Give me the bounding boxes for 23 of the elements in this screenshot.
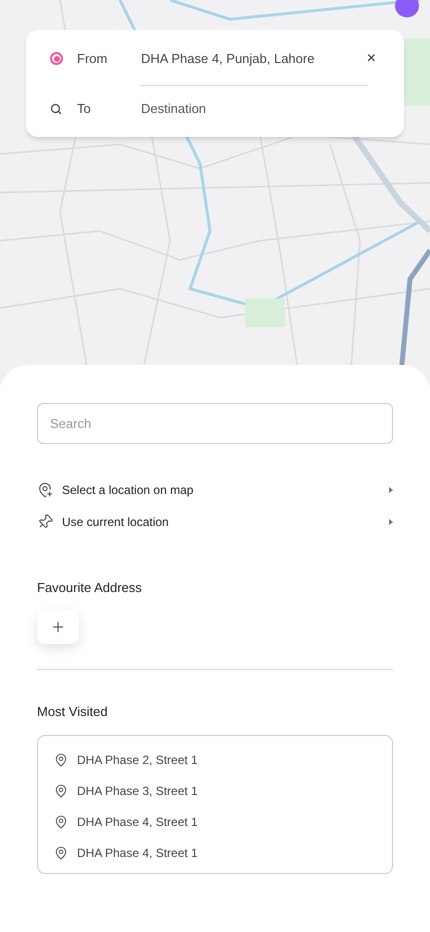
visited-item[interactable]: DHA Phase 4, Street 1 bbox=[54, 813, 376, 830]
from-field[interactable]: DHA Phase 4, Punjab, Lahore bbox=[141, 48, 367, 68]
most-visited-title: Most Visited bbox=[37, 702, 109, 720]
location-pin-icon bbox=[54, 784, 68, 798]
location-option[interactable]: Select a location on map bbox=[37, 482, 393, 498]
destination-field[interactable]: Destination bbox=[141, 98, 380, 118]
search-icon bbox=[50, 102, 62, 114]
clear-button[interactable]: × bbox=[366, 46, 376, 70]
caret-icon bbox=[389, 487, 393, 493]
from-label: From bbox=[77, 50, 108, 68]
caret-icon bbox=[389, 519, 393, 525]
visited-item[interactable]: DHA Phase 2, Street 1 bbox=[54, 751, 376, 768]
visited-item[interactable]: DHA Phase 3, Street 1 bbox=[54, 782, 376, 799]
add-favourite-button[interactable] bbox=[37, 610, 79, 644]
map-pin-plus-icon bbox=[37, 482, 53, 498]
location-pin-icon bbox=[54, 814, 68, 828]
location-pin-icon bbox=[54, 752, 68, 766]
location-option[interactable]: Use current location bbox=[37, 514, 393, 530]
favourites-title: Favourite Address bbox=[37, 579, 143, 597]
location-pin-icon bbox=[54, 846, 68, 860]
visited-item[interactable]: DHA Phase 4, Street 1 bbox=[54, 844, 376, 861]
search-field[interactable]: Search bbox=[37, 403, 393, 444]
to-label: To bbox=[77, 100, 92, 118]
